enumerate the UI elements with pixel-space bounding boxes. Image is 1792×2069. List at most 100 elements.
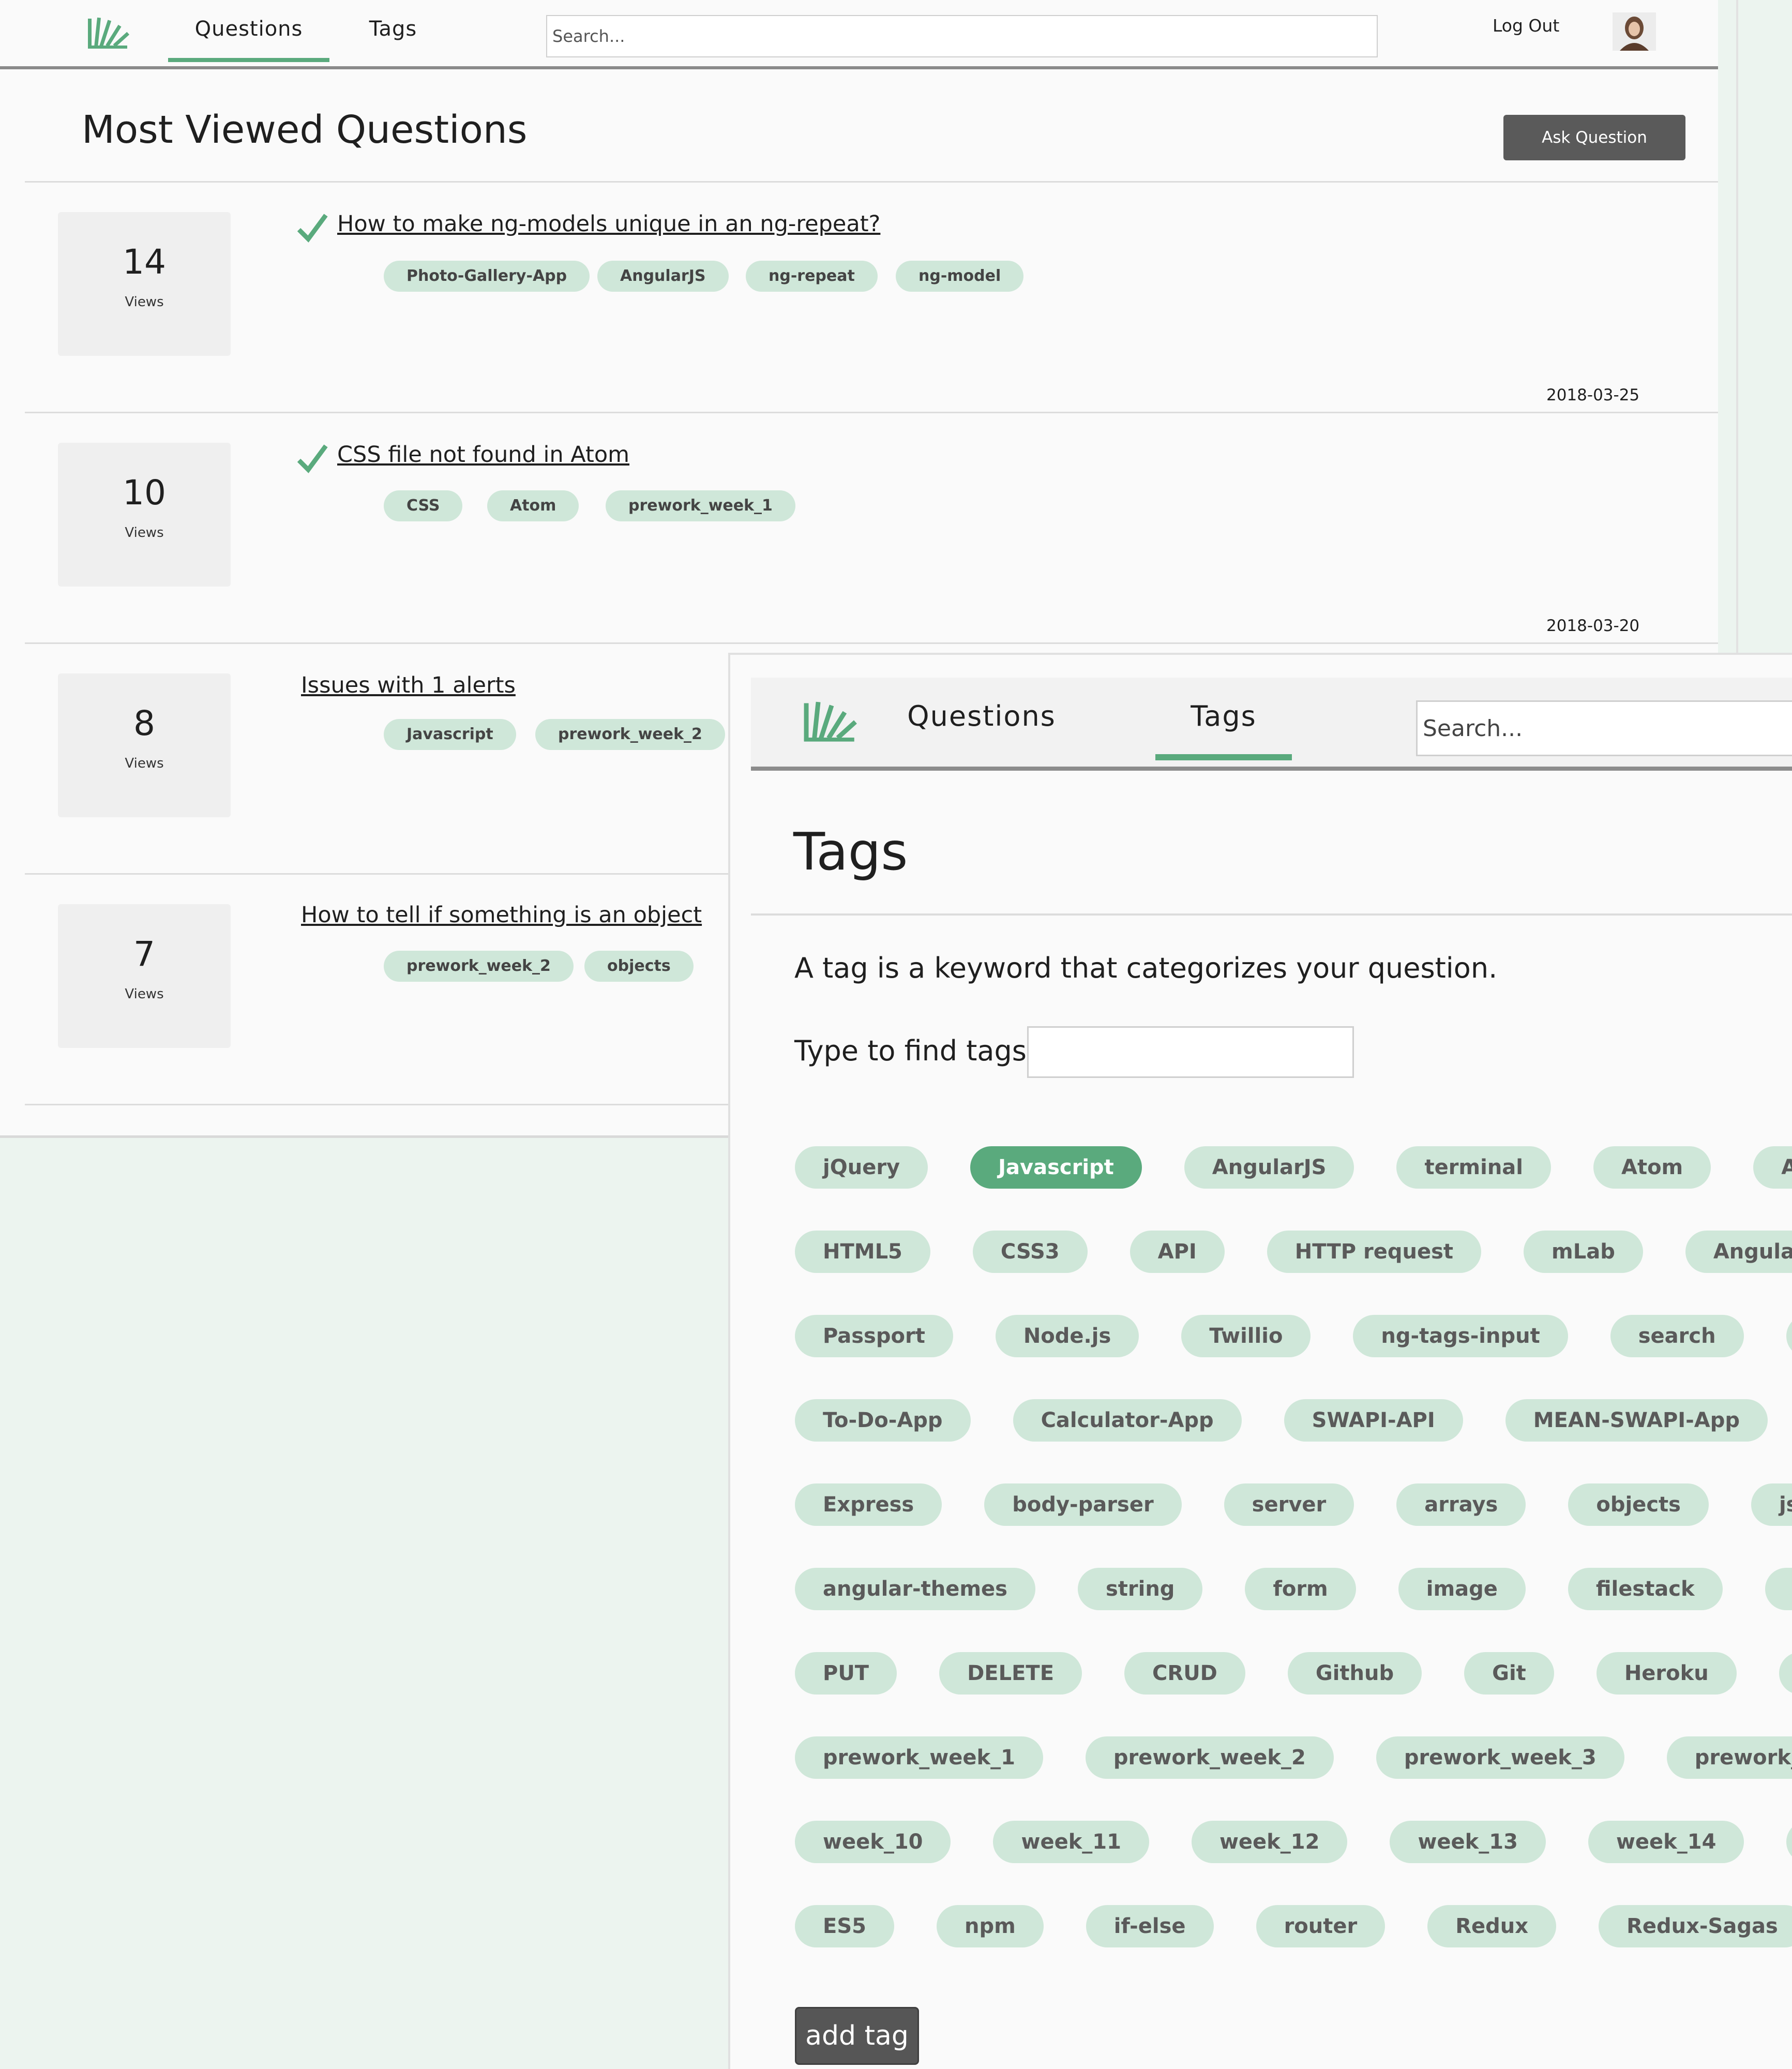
tag-row: ES5 npm if-else router Redux Redux-Sagas: [795, 1905, 1792, 1950]
question-tag[interactable]: prework_week_2: [384, 951, 574, 982]
tag-chip[interactable]: Express: [795, 1483, 942, 1526]
tag-chip[interactable]: API: [1130, 1231, 1225, 1273]
search-input[interactable]: [546, 15, 1378, 57]
avatar[interactable]: [1613, 12, 1656, 51]
tag-chip[interactable]: HTML5: [795, 1231, 930, 1273]
divider: [25, 412, 1718, 413]
tag-chip[interactable]: prework_week_4: [1666, 1736, 1792, 1779]
question-tag[interactable]: objects: [584, 951, 694, 982]
views-count: 10: [123, 473, 166, 513]
logo-icon[interactable]: [803, 697, 860, 745]
tag-chip[interactable]: arrays: [1396, 1483, 1526, 1526]
question-title-link[interactable]: CSS file not found in Atom: [337, 442, 629, 468]
search-input[interactable]: [1416, 700, 1792, 756]
tag-chip[interactable]: week_14: [1588, 1821, 1744, 1863]
question-tag[interactable]: ng-model: [896, 261, 1024, 292]
find-tags-input[interactable]: [1027, 1026, 1354, 1078]
tag-chip[interactable]: Github: [1287, 1652, 1422, 1695]
tag-chip[interactable]: Calculator-App: [1013, 1399, 1242, 1442]
tag-chip[interactable]: npm: [936, 1905, 1044, 1947]
question-tag[interactable]: Atom: [487, 490, 579, 521]
tag-chip[interactable]: angular-themes: [795, 1568, 1035, 1610]
question-tag[interactable]: Javascript: [384, 719, 516, 750]
tag-chip[interactable]: mLab: [1524, 1231, 1643, 1273]
tag-chip[interactable]: Mong: [1779, 1652, 1792, 1695]
question-tag[interactable]: Photo-Gallery-App: [384, 261, 590, 292]
tag-chip[interactable]: AJAX: [1753, 1146, 1792, 1189]
logo-icon[interactable]: [87, 14, 131, 51]
tag-chip[interactable]: server: [1224, 1483, 1354, 1526]
question-tag[interactable]: prework_week_1: [606, 490, 795, 521]
tag-chip[interactable]: function: [1765, 1568, 1792, 1610]
tag-chip[interactable]: Node.js: [995, 1315, 1139, 1357]
question-tag[interactable]: AngularJS: [597, 261, 729, 292]
logout-link[interactable]: Log Out: [1493, 16, 1559, 36]
question-tag[interactable]: prework_week_2: [535, 719, 725, 750]
tag-chip[interactable]: image: [1398, 1568, 1526, 1610]
tag-chip[interactable]: Heroku: [1596, 1652, 1737, 1695]
tag-row: week_10 week_11 week_12 week_13 week_14 week_…: [795, 1821, 1792, 1865]
tag-chip[interactable]: search: [1610, 1315, 1744, 1357]
tag-chip[interactable]: week_11: [993, 1821, 1149, 1863]
tag-chip[interactable]: if-else: [1086, 1905, 1214, 1947]
tag-chip[interactable]: string: [1077, 1568, 1203, 1610]
tag-chip[interactable]: To-Do-App: [795, 1399, 971, 1442]
tag-chip[interactable]: week_12: [1191, 1821, 1348, 1863]
tag-chip[interactable]: slack: [1786, 1315, 1792, 1357]
tag-chip[interactable]: body-parser: [984, 1483, 1182, 1526]
question-date: 2018-03-20: [1546, 617, 1640, 635]
tag-chip[interactable]: prework_week_3: [1376, 1736, 1624, 1779]
tag-chip[interactable]: json: [1751, 1483, 1792, 1526]
tag-chip[interactable]: form: [1245, 1568, 1356, 1610]
tag-chip[interactable]: PUT: [795, 1652, 897, 1695]
question-title-link[interactable]: How to tell if something is an object: [301, 902, 702, 928]
tag-chip[interactable]: objects: [1568, 1483, 1709, 1526]
tag-chip[interactable]: Twillio: [1181, 1315, 1311, 1357]
tag-chip[interactable]: prework_week_2: [1085, 1736, 1334, 1779]
tag-chip[interactable]: filestack: [1568, 1568, 1723, 1610]
add-tag-button[interactable]: add tag: [795, 2007, 919, 2065]
tag-chip[interactable]: HTTP request: [1267, 1231, 1482, 1273]
tag-chip[interactable]: Redux-Sagas: [1599, 1905, 1792, 1947]
tag-chip[interactable]: ng-tags-input: [1353, 1315, 1568, 1357]
tag-row: To-Do-App Calculator-App SWAPI-API MEAN-SWA…: [795, 1399, 1792, 1444]
tab-tags[interactable]: Tags: [1155, 678, 1292, 760]
tag-chip[interactable]: SWAPI-API: [1284, 1399, 1463, 1442]
tag-chip[interactable]: week_13: [1390, 1821, 1546, 1863]
window-edge: [1736, 0, 1738, 657]
tag-chip[interactable]: CRUD: [1124, 1652, 1245, 1695]
question-tag[interactable]: CSS: [384, 490, 463, 521]
tag-chip[interactable]: CSS3: [972, 1231, 1088, 1273]
tag-chip[interactable]: Git: [1464, 1652, 1554, 1695]
tag-chip[interactable]: DELETE: [939, 1652, 1082, 1695]
tag-chip[interactable]: Redux: [1427, 1905, 1557, 1947]
question-title-link[interactable]: Issues with 1 alerts: [301, 672, 516, 698]
tag-chip[interactable]: week_10: [795, 1821, 951, 1863]
tag-chip[interactable]: AngularJS: [1184, 1146, 1354, 1189]
tab-tags[interactable]: Tags: [341, 10, 445, 62]
tag-row: jQuery Javascript AngularJS terminal Atom AJA…: [795, 1146, 1792, 1191]
question-tag[interactable]: ng-repeat: [746, 261, 878, 292]
tag-chip[interactable]: Passport: [795, 1315, 953, 1357]
tab-questions[interactable]: Questions: [168, 10, 329, 62]
views-box: 7 Views: [58, 904, 231, 1048]
check-icon: [297, 214, 328, 243]
tag-chip[interactable]: MEAN-SWAPI-App: [1505, 1399, 1768, 1442]
tag-chip[interactable]: router: [1256, 1905, 1386, 1947]
tab-questions[interactable]: Questions: [901, 678, 1062, 760]
tag-chip[interactable]: terminal: [1396, 1146, 1551, 1189]
tag-chip[interactable]: Angular Routes: [1685, 1231, 1792, 1273]
tag-chip[interactable]: week_1: [1786, 1821, 1792, 1863]
tag-chip[interactable]: Atom: [1593, 1146, 1711, 1189]
tag-row: PUT DELETE CRUD Github Git Heroku Mong: [795, 1652, 1792, 1697]
tag-chip[interactable]: prework_week_1: [795, 1736, 1043, 1779]
tag-chip[interactable]: jQuery: [795, 1146, 928, 1189]
question-title-link[interactable]: How to make ng-models unique in an ng-re…: [337, 211, 880, 237]
find-tags-label: Type to find tags:: [794, 1034, 1036, 1067]
tag-chip[interactable]: Javascript: [970, 1146, 1142, 1189]
views-count: 8: [133, 703, 155, 743]
check-icon: [297, 444, 328, 473]
tags-window: Questions Tags Tags A tag is a keyword t…: [728, 653, 1792, 2069]
ask-question-button[interactable]: Ask Question: [1503, 115, 1685, 160]
tag-chip[interactable]: ES5: [795, 1905, 894, 1947]
